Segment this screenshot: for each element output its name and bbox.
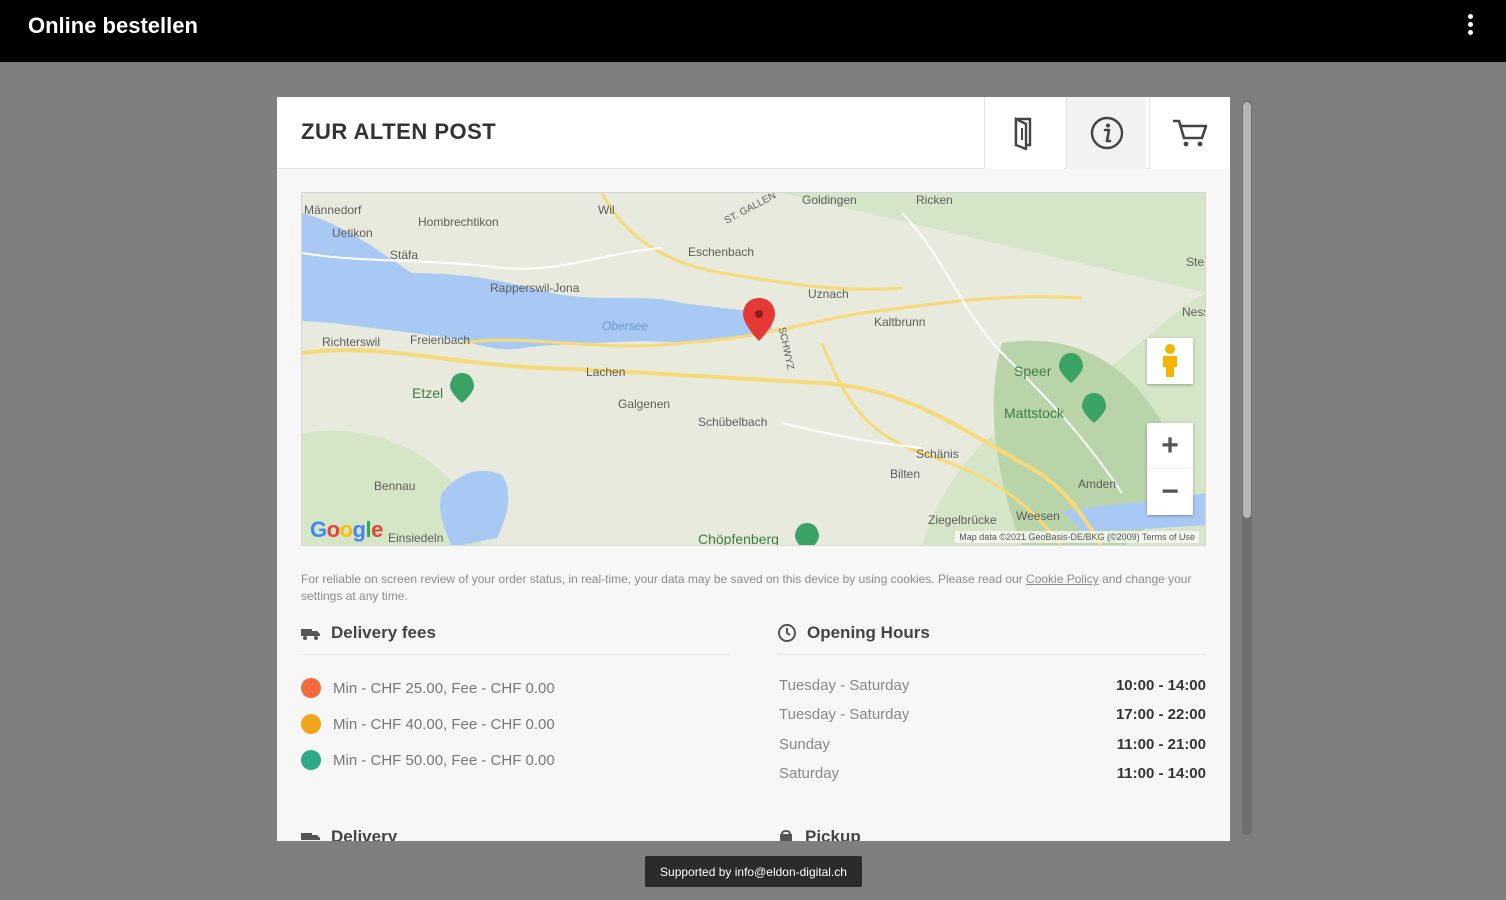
map-label: Speer	[1014, 363, 1052, 379]
map-label: Goldingen	[802, 193, 857, 207]
truck-icon	[301, 833, 320, 840]
delivery-fees-title: Delivery fees	[331, 623, 436, 642]
tab-cart[interactable]	[1149, 97, 1230, 169]
cart-icon	[1173, 119, 1208, 147]
support-badge[interactable]: Supported by info@eldon-digital.ch	[645, 856, 862, 887]
fee-text: Min - CHF 25.00, Fee - CHF 0.00	[333, 679, 555, 697]
app-header: Online bestellen	[0, 0, 1506, 62]
map-label: Bennau	[374, 479, 416, 493]
map-label: Stäfa	[390, 248, 419, 262]
map-label: Bilten	[890, 467, 921, 481]
fee-text: Min - CHF 40.00, Fee - CHF 0.00	[333, 715, 555, 733]
panel-scrollbar[interactable]	[1242, 100, 1252, 835]
hours-row: Tuesday - Saturday 10:00 - 14:00	[779, 677, 1206, 699]
fee-color-dot	[301, 750, 321, 770]
map-label: Etzel	[412, 385, 444, 401]
tab-menu[interactable]	[984, 97, 1064, 169]
hours-row: Tuesday - Saturday 17:00 - 22:00	[779, 706, 1206, 728]
clock-icon	[778, 624, 796, 642]
menu-book-icon	[1014, 117, 1031, 150]
map-label: Ness	[1182, 305, 1205, 319]
map-label: Weesen	[1016, 509, 1060, 523]
map-label: Einsiedeln	[388, 531, 444, 545]
map-label: Uetikon	[332, 226, 373, 240]
delivery-fees-heading: Delivery fees	[301, 623, 436, 643]
delivery-heading: Delivery	[301, 827, 397, 841]
map-label: Eschenbach	[688, 245, 755, 259]
opening-hours-title: Opening Hours	[807, 623, 930, 642]
hours-day: Sunday	[779, 736, 830, 753]
map-label: Hombrechtikon	[418, 215, 499, 229]
pickup-title: Pickup	[805, 827, 861, 841]
map-label: Freienbach	[410, 333, 471, 347]
hours-time: 17:00 - 22:00	[1115, 706, 1206, 723]
map-label: Lachen	[586, 365, 626, 379]
fee-color-dot	[301, 714, 321, 734]
map-label: Wil	[598, 203, 615, 217]
map-label: Schübelbach	[698, 415, 768, 429]
map-label: Ricken	[916, 193, 953, 207]
hours-time: 10:00 - 14:00	[1115, 677, 1206, 694]
hours-day: Tuesday - Saturday	[779, 706, 910, 723]
zoom-out-button[interactable]: −	[1147, 469, 1193, 515]
map-label: Richterswil	[322, 335, 381, 349]
map-label: Männedorf	[304, 203, 362, 217]
map-attribution[interactable]: Map data ©2021 GeoBasis-DE/BKG (©2009) T…	[955, 531, 1199, 543]
pegman-icon	[1163, 344, 1177, 377]
map-label: Kaltbrunn	[874, 315, 926, 329]
street-view-button[interactable]	[1147, 338, 1193, 384]
map-label: Mattstock	[1004, 405, 1064, 421]
location-map[interactable]: Männedorf Hombrechtikon Uetikon Stäfa Wi…	[301, 192, 1206, 546]
scrollbar-thumb[interactable]	[1243, 102, 1251, 518]
pickup-heading: Pickup	[777, 827, 861, 841]
zoom-in-button[interactable]: +	[1147, 423, 1193, 469]
cookie-text: For reliable on screen review of your or…	[301, 572, 1027, 586]
more-options-icon[interactable]	[1462, 14, 1478, 36]
map-label: Rapperswil-Jona	[490, 281, 580, 295]
hours-day: Saturday	[779, 765, 840, 782]
map-label: Schänis	[916, 447, 959, 461]
hours-time: 11:00 - 14:00	[1116, 765, 1206, 782]
hours-time: 11:00 - 21:00	[1116, 736, 1206, 753]
map-label: Amden	[1078, 477, 1117, 491]
delivery-title: Delivery	[331, 827, 398, 841]
divider	[777, 654, 1206, 655]
fee-row: Min - CHF 50.00, Fee - CHF 0.00	[301, 749, 555, 771]
opening-hours-heading: Opening Hours	[777, 623, 930, 643]
fee-row: Min - CHF 40.00, Fee - CHF 0.00	[301, 713, 555, 735]
map-label: Chöpfenberg	[698, 531, 779, 546]
hours-day: Tuesday - Saturday	[779, 677, 910, 694]
map-label: Uznach	[808, 287, 849, 301]
restaurant-name: ZUR ALTEN POST	[301, 119, 497, 144]
truck-icon	[301, 629, 320, 640]
restaurant-panel: ZUR ALTEN POST Männedorf Hombrechtikon U…	[277, 97, 1230, 841]
map-label: Ste	[1186, 255, 1205, 269]
cookie-notice: For reliable on screen review of your or…	[301, 571, 1206, 605]
map-label: Obersee	[602, 319, 649, 333]
hours-row: Saturday 11:00 - 14:00	[779, 765, 1206, 787]
map-label: Galgenen	[618, 397, 671, 411]
hours-row: Sunday 11:00 - 21:00	[779, 736, 1206, 758]
map-label: Ziegelbrücke	[928, 513, 997, 527]
info-icon	[1090, 116, 1123, 150]
fee-color-dot	[301, 678, 321, 698]
tab-info[interactable]	[1066, 97, 1146, 169]
google-logo: Google	[310, 517, 383, 542]
fee-text: Min - CHF 50.00, Fee - CHF 0.00	[333, 751, 555, 769]
fee-row: Min - CHF 25.00, Fee - CHF 0.00	[301, 677, 555, 699]
cookie-policy-link[interactable]: Cookie Policy	[1026, 572, 1099, 586]
bag-icon	[780, 830, 792, 841]
divider	[301, 654, 729, 655]
app-title: Online bestellen	[28, 13, 198, 38]
panel-header: ZUR ALTEN POST	[277, 97, 1230, 169]
